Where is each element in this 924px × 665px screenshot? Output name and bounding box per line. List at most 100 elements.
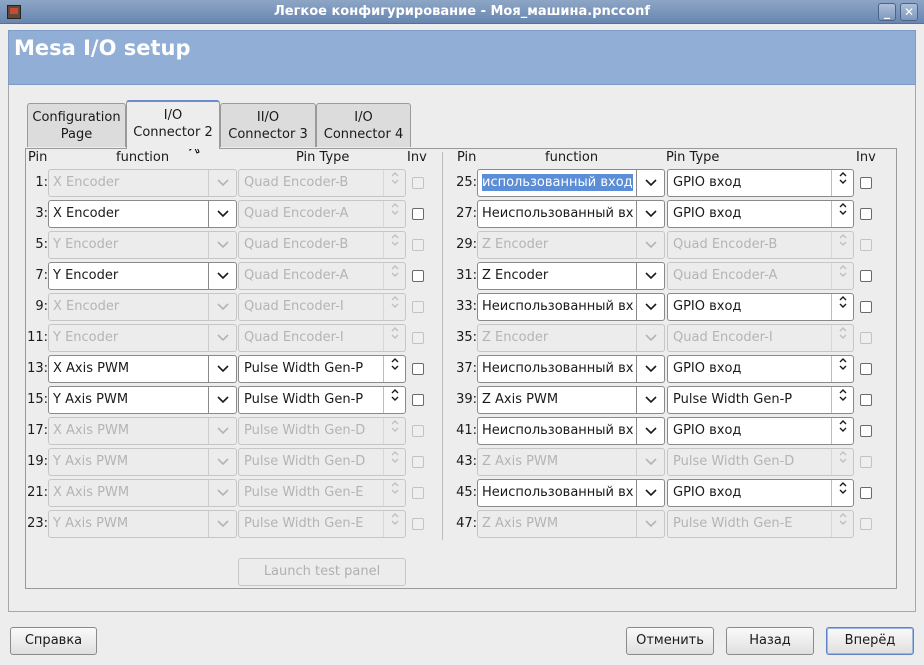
- invert-checkbox[interactable]: [860, 239, 872, 251]
- function-combo[interactable]: X Encoder: [48, 200, 237, 228]
- chevron-down-icon[interactable]: [208, 263, 236, 289]
- tab-io-connector-4[interactable]: I/O Connector 4: [316, 103, 411, 147]
- forward-button[interactable]: Вперёд: [826, 627, 914, 655]
- pin-type-select[interactable]: Quad Encoder-I: [667, 324, 854, 352]
- chevron-down-icon[interactable]: [636, 201, 664, 227]
- function-combo[interactable]: Неиспользованный вх: [477, 200, 665, 228]
- invert-checkbox[interactable]: [860, 518, 872, 530]
- function-combo[interactable]: Неиспользованный вх: [477, 293, 665, 321]
- pin-type-select[interactable]: Pulse Width Gen-E: [238, 510, 406, 538]
- chevron-down-icon[interactable]: [208, 170, 236, 196]
- function-combo[interactable]: Z Encoder: [477, 231, 665, 259]
- invert-checkbox[interactable]: [860, 363, 872, 375]
- function-combo[interactable]: X Axis PWM: [48, 355, 237, 383]
- chevron-down-icon[interactable]: [636, 170, 664, 196]
- invert-checkbox[interactable]: [412, 177, 424, 189]
- chevron-down-icon[interactable]: [208, 387, 236, 413]
- function-combo[interactable]: Y Axis PWM: [48, 448, 237, 476]
- chevron-down-icon[interactable]: [208, 480, 236, 506]
- invert-checkbox[interactable]: [860, 208, 872, 220]
- back-button[interactable]: Назад: [726, 627, 814, 655]
- function-combo[interactable]: Y Encoder: [48, 262, 237, 290]
- chevron-down-icon[interactable]: [636, 418, 664, 444]
- function-combo[interactable]: Z Encoder: [477, 324, 665, 352]
- function-combo[interactable]: использованный вход: [477, 169, 665, 197]
- chevron-down-icon[interactable]: [636, 232, 664, 258]
- pin-type-select[interactable]: GPIO вход: [667, 293, 854, 321]
- chevron-down-icon[interactable]: [208, 201, 236, 227]
- chevron-down-icon[interactable]: [636, 511, 664, 537]
- chevron-down-icon[interactable]: [208, 418, 236, 444]
- function-combo[interactable]: Y Axis PWM: [48, 510, 237, 538]
- chevron-down-icon[interactable]: [636, 325, 664, 351]
- chevron-down-icon[interactable]: [208, 449, 236, 475]
- chevron-down-icon[interactable]: [208, 325, 236, 351]
- pin-type-select[interactable]: Pulse Width Gen-D: [238, 448, 406, 476]
- pin-type-select[interactable]: GPIO вход: [667, 355, 854, 383]
- function-combo[interactable]: X Axis PWM: [48, 479, 237, 507]
- chevron-down-icon[interactable]: [636, 387, 664, 413]
- pin-type-select[interactable]: GPIO вход: [667, 479, 854, 507]
- function-combo[interactable]: X Encoder: [48, 169, 237, 197]
- tab-io-connector-3[interactable]: II/O Connector 3: [220, 103, 316, 147]
- invert-checkbox[interactable]: [860, 487, 872, 499]
- pin-type-select[interactable]: Quad Encoder-I: [238, 324, 406, 352]
- pin-type-select[interactable]: Pulse Width Gen-P: [238, 355, 406, 383]
- function-combo[interactable]: Неиспользованный вх: [477, 479, 665, 507]
- invert-checkbox[interactable]: [860, 301, 872, 313]
- launch-test-panel-button[interactable]: Launch test panel: [238, 558, 406, 586]
- chevron-down-icon[interactable]: [636, 294, 664, 320]
- window-titlebar[interactable]: Легкое конфигурирование - Моя_машина.pnc…: [0, 0, 924, 24]
- help-button[interactable]: Справка: [10, 627, 97, 655]
- invert-checkbox[interactable]: [412, 518, 424, 530]
- pin-type-select[interactable]: Quad Encoder-B: [238, 169, 406, 197]
- invert-checkbox[interactable]: [860, 425, 872, 437]
- chevron-down-icon[interactable]: [636, 480, 664, 506]
- pin-type-select[interactable]: GPIO вход: [667, 417, 854, 445]
- pin-type-select[interactable]: Pulse Width Gen-P: [667, 386, 854, 414]
- pin-type-select[interactable]: Quad Encoder-I: [238, 293, 406, 321]
- pin-type-select[interactable]: Pulse Width Gen-D: [667, 448, 854, 476]
- function-combo[interactable]: Неиспользованный вх: [477, 417, 665, 445]
- pin-type-select[interactable]: Pulse Width Gen-E: [667, 510, 854, 538]
- chevron-down-icon[interactable]: [636, 356, 664, 382]
- pin-type-select[interactable]: Quad Encoder-B: [667, 231, 854, 259]
- invert-checkbox[interactable]: [412, 239, 424, 251]
- chevron-down-icon[interactable]: [208, 356, 236, 382]
- function-combo[interactable]: Y Axis PWM: [48, 386, 237, 414]
- chevron-down-icon[interactable]: [208, 294, 236, 320]
- function-combo[interactable]: X Encoder: [48, 293, 237, 321]
- minimize-button[interactable]: _: [878, 3, 896, 21]
- pin-type-select[interactable]: GPIO вход: [667, 200, 854, 228]
- chevron-down-icon[interactable]: [636, 449, 664, 475]
- function-combo[interactable]: Неиспользованный вх: [477, 355, 665, 383]
- invert-checkbox[interactable]: [412, 456, 424, 468]
- pin-type-select[interactable]: Quad Encoder-A: [667, 262, 854, 290]
- invert-checkbox[interactable]: [860, 270, 872, 282]
- invert-checkbox[interactable]: [412, 208, 424, 220]
- chevron-down-icon[interactable]: [208, 511, 236, 537]
- tab-io-connector-2[interactable]: I/O Connector 2: [126, 100, 220, 149]
- pin-type-select[interactable]: GPIO вход: [667, 169, 854, 197]
- function-combo[interactable]: Z Encoder: [477, 262, 665, 290]
- invert-checkbox[interactable]: [860, 332, 872, 344]
- function-combo[interactable]: X Axis PWM: [48, 417, 237, 445]
- cancel-button[interactable]: Отменить: [626, 627, 714, 655]
- pin-type-select[interactable]: Pulse Width Gen-P: [238, 386, 406, 414]
- pin-type-select[interactable]: Quad Encoder-A: [238, 200, 406, 228]
- invert-checkbox[interactable]: [412, 301, 424, 313]
- invert-checkbox[interactable]: [412, 270, 424, 282]
- invert-checkbox[interactable]: [412, 425, 424, 437]
- function-combo[interactable]: Y Encoder: [48, 231, 237, 259]
- invert-checkbox[interactable]: [860, 456, 872, 468]
- function-combo[interactable]: Z Axis PWM: [477, 510, 665, 538]
- close-button[interactable]: ✕: [900, 3, 918, 21]
- invert-checkbox[interactable]: [860, 394, 872, 406]
- pin-type-select[interactable]: Pulse Width Gen-D: [238, 417, 406, 445]
- pin-type-select[interactable]: Quad Encoder-B: [238, 231, 406, 259]
- chevron-down-icon[interactable]: [208, 232, 236, 258]
- function-combo[interactable]: Y Encoder: [48, 324, 237, 352]
- function-combo[interactable]: Z Axis PWM: [477, 386, 665, 414]
- invert-checkbox[interactable]: [412, 332, 424, 344]
- pin-type-select[interactable]: Pulse Width Gen-E: [238, 479, 406, 507]
